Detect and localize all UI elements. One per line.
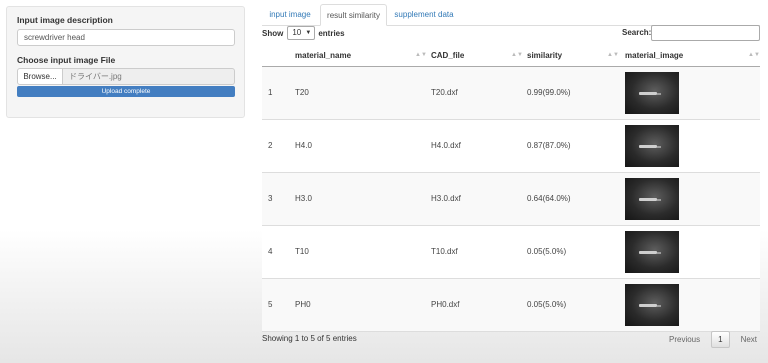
header-material-name[interactable]: material_name bbox=[295, 45, 351, 66]
screwdriver-tip-graphic bbox=[657, 251, 661, 254]
material-name-cell: T20 bbox=[295, 88, 309, 97]
screwdriver-bit-graphic bbox=[639, 251, 657, 254]
cad-file-cell: H4.0.dxf bbox=[431, 141, 461, 150]
material-image-thumbnail bbox=[625, 125, 679, 167]
show-label: Show bbox=[262, 28, 284, 38]
row-index: 1 bbox=[268, 88, 273, 97]
search-input[interactable] bbox=[651, 25, 760, 41]
similarity-cell: 0.99(99.0%) bbox=[527, 88, 571, 97]
material-image-thumbnail bbox=[625, 178, 679, 220]
row-index: 5 bbox=[268, 300, 273, 309]
page-size-value: 10 bbox=[292, 28, 302, 37]
header-cad-file[interactable]: CAD_file bbox=[431, 45, 464, 66]
header-similarity[interactable]: similarity bbox=[527, 45, 562, 66]
page-number-button[interactable]: 1 bbox=[711, 331, 730, 348]
cad-file-cell: H3.0.dxf bbox=[431, 194, 461, 203]
description-label: Input image description bbox=[17, 15, 113, 25]
upload-progress-fill: Upload complete bbox=[17, 86, 235, 97]
material-image-thumbnail bbox=[625, 72, 679, 114]
material-name-cell: H4.0 bbox=[295, 141, 312, 150]
table-row[interactable]: 5 PH0 PH0.dxf 0.05(5.0%) bbox=[262, 279, 760, 332]
cad-file-cell: PH0.dxf bbox=[431, 300, 460, 309]
similarity-cell: 0.87(87.0%) bbox=[527, 141, 571, 150]
browse-button[interactable]: Browse... bbox=[17, 68, 63, 85]
next-page-button[interactable]: Next bbox=[734, 331, 764, 348]
screwdriver-tip-graphic bbox=[657, 304, 661, 307]
table-row[interactable]: 3 H3.0 H3.0.dxf 0.64(64.0%) bbox=[262, 173, 760, 226]
tab-result-similarity[interactable]: result similarity bbox=[320, 4, 387, 26]
file-name-field[interactable]: ドライバー.jpg bbox=[63, 68, 235, 85]
file-input-group: Browse... ドライバー.jpg bbox=[17, 68, 235, 85]
table-row[interactable]: 4 T10 T10.dxf 0.05(5.0%) bbox=[262, 226, 760, 279]
sort-icon[interactable]: ▲▼ bbox=[415, 45, 427, 66]
screwdriver-bit-graphic bbox=[639, 92, 657, 95]
tab-input-image[interactable]: input image bbox=[262, 4, 318, 25]
sort-icon[interactable]: ▲▼ bbox=[607, 45, 619, 66]
material-name-cell: PH0 bbox=[295, 300, 311, 309]
screwdriver-bit-graphic bbox=[639, 198, 657, 201]
pagination: Previous 1 Next bbox=[662, 331, 764, 348]
entries-label: entries bbox=[318, 28, 345, 38]
material-name-cell: T10 bbox=[295, 247, 309, 256]
similarity-cell: 0.05(5.0%) bbox=[527, 300, 567, 309]
table-row[interactable]: 1 T20 T20.dxf 0.99(99.0%) bbox=[262, 67, 760, 120]
search-label: Search: bbox=[622, 28, 652, 37]
file-label: Choose input image File bbox=[17, 55, 116, 65]
cad-file-cell: T10.dxf bbox=[431, 247, 458, 256]
header-material-image[interactable]: material_image bbox=[625, 45, 683, 66]
screwdriver-tip-graphic bbox=[657, 198, 661, 201]
material-image-thumbnail bbox=[625, 284, 679, 326]
screwdriver-tip-graphic bbox=[657, 92, 661, 95]
input-sidebar-panel: Input image description screwdriver head… bbox=[6, 6, 245, 118]
table-info-text: Showing 1 to 5 of 5 entries bbox=[262, 334, 357, 343]
results-table: material_name ▲▼ CAD_file ▲▼ similarity … bbox=[262, 45, 760, 332]
screwdriver-tip-graphic bbox=[657, 145, 661, 148]
description-input[interactable]: screwdriver head bbox=[17, 29, 235, 46]
sort-icon[interactable]: ▲▼ bbox=[511, 45, 523, 66]
similarity-cell: 0.64(64.0%) bbox=[527, 194, 571, 203]
material-name-cell: H3.0 bbox=[295, 194, 312, 203]
chevron-down-icon: ▼ bbox=[305, 30, 312, 36]
row-index: 4 bbox=[268, 247, 273, 256]
material-image-thumbnail bbox=[625, 231, 679, 273]
tab-bar: input image result similarity supplement… bbox=[262, 4, 760, 26]
screwdriver-bit-graphic bbox=[639, 304, 657, 307]
row-index: 3 bbox=[268, 194, 273, 203]
table-header: material_name ▲▼ CAD_file ▲▼ similarity … bbox=[262, 45, 760, 67]
row-index: 2 bbox=[268, 141, 273, 150]
previous-page-button[interactable]: Previous bbox=[662, 331, 707, 348]
cad-file-cell: T20.dxf bbox=[431, 88, 458, 97]
sort-icon[interactable]: ▲▼ bbox=[748, 45, 760, 66]
similarity-cell: 0.05(5.0%) bbox=[527, 247, 567, 256]
table-row[interactable]: 2 H4.0 H4.0.dxf 0.87(87.0%) bbox=[262, 120, 760, 173]
upload-progress-bar: Upload complete bbox=[17, 86, 235, 97]
page-length-control: Show 10 ▼ entries bbox=[262, 26, 345, 40]
screwdriver-bit-graphic bbox=[639, 145, 657, 148]
tab-supplement-data[interactable]: supplement data bbox=[389, 4, 459, 25]
page-size-select[interactable]: 10 ▼ bbox=[287, 26, 316, 40]
